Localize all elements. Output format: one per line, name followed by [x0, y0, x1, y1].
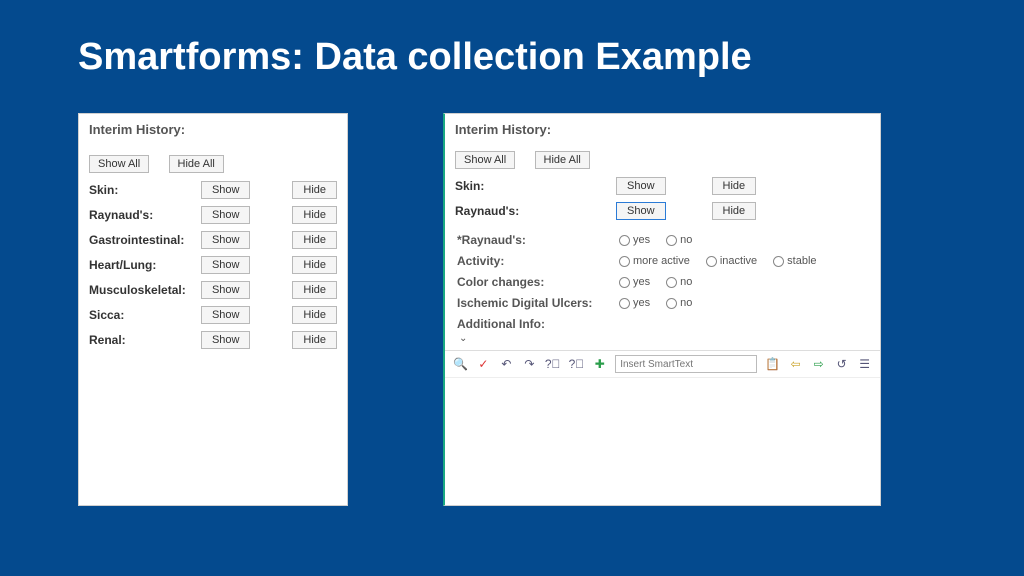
- radio-more-active[interactable]: more active: [619, 255, 690, 267]
- row-label: Musculoskeletal:: [89, 283, 195, 297]
- row-label: Raynaud's:: [455, 204, 580, 218]
- radio-stable[interactable]: stable: [773, 255, 816, 267]
- text-editor[interactable]: [445, 377, 880, 505]
- row-label: Skin:: [89, 183, 195, 197]
- hide-button[interactable]: Hide: [292, 331, 337, 349]
- additional-info-label: Additional Info:: [457, 317, 609, 331]
- hide-button[interactable]: Hide: [292, 281, 337, 299]
- radio-yes[interactable]: yes: [619, 297, 650, 309]
- panel-collapsed: Interim History: Show All Hide All Skin:…: [78, 113, 348, 506]
- hide-button[interactable]: Hide: [292, 256, 337, 274]
- question-label: Activity:: [457, 254, 609, 268]
- hide-all-button[interactable]: Hide All: [535, 151, 590, 169]
- editor-toolbar: 🔍 ✓ ↶ ↷ ?⃝ ?⃝ ✚ 📋 ⇦ ⇨ ↺ ☰: [445, 350, 880, 377]
- row-label: Gastrointestinal:: [89, 233, 195, 247]
- arrow-left-icon[interactable]: ⇦: [788, 356, 803, 372]
- panel-expanded: Interim History: Show All Hide All Skin:…: [443, 113, 881, 506]
- expand-icon[interactable]: ⌄: [457, 331, 870, 348]
- show-all-button[interactable]: Show All: [455, 151, 515, 169]
- row-label: Raynaud's:: [89, 208, 195, 222]
- radio-yes[interactable]: yes: [619, 234, 650, 246]
- spellcheck-icon[interactable]: ✓: [476, 356, 491, 372]
- redo-icon[interactable]: ↷: [522, 356, 537, 372]
- show-button[interactable]: Show: [201, 206, 251, 224]
- hide-button[interactable]: Hide: [292, 206, 337, 224]
- help-icon[interactable]: ?⃝: [545, 356, 561, 372]
- show-button[interactable]: Show: [201, 281, 251, 299]
- help2-icon[interactable]: ?⃝: [569, 356, 585, 372]
- show-button[interactable]: Show: [201, 331, 251, 349]
- row-label: Sicca:: [89, 308, 195, 322]
- question-label: Color changes:: [457, 275, 609, 289]
- hide-button[interactable]: Hide: [292, 231, 337, 249]
- refresh-icon[interactable]: ↺: [834, 356, 849, 372]
- plus-icon[interactable]: ✚: [592, 356, 607, 372]
- list-icon[interactable]: ☰: [857, 356, 872, 372]
- show-button[interactable]: Show: [616, 202, 666, 220]
- show-all-button[interactable]: Show All: [89, 155, 149, 173]
- hide-all-button[interactable]: Hide All: [169, 155, 224, 173]
- radio-no[interactable]: no: [666, 234, 692, 246]
- hide-button[interactable]: Hide: [292, 306, 337, 324]
- show-button[interactable]: Show: [201, 256, 251, 274]
- section-heading: Interim History:: [89, 122, 337, 137]
- show-button[interactable]: Show: [201, 231, 251, 249]
- radio-no[interactable]: no: [666, 297, 692, 309]
- row-label: Skin:: [455, 179, 580, 193]
- hide-button[interactable]: Hide: [712, 177, 757, 195]
- radio-inactive[interactable]: inactive: [706, 255, 757, 267]
- smarttext-input[interactable]: [615, 355, 757, 373]
- question-label: Ischemic Digital Ulcers:: [457, 296, 609, 310]
- radio-yes[interactable]: yes: [619, 276, 650, 288]
- hide-button[interactable]: Hide: [292, 181, 337, 199]
- section-heading: Interim History:: [455, 122, 870, 137]
- paste-icon[interactable]: 📋: [765, 356, 780, 372]
- show-button[interactable]: Show: [201, 181, 251, 199]
- zoom-icon[interactable]: 🔍: [453, 356, 468, 372]
- arrow-right-icon[interactable]: ⇨: [811, 356, 826, 372]
- show-button[interactable]: Show: [201, 306, 251, 324]
- row-label: Renal:: [89, 333, 195, 347]
- hide-button[interactable]: Hide: [712, 202, 757, 220]
- radio-no[interactable]: no: [666, 276, 692, 288]
- row-label: Heart/Lung:: [89, 258, 195, 272]
- slide-title: Smartforms: Data collection Example: [0, 0, 1024, 79]
- show-button[interactable]: Show: [616, 177, 666, 195]
- question-label: *Raynaud's:: [457, 233, 609, 247]
- undo-icon[interactable]: ↶: [499, 356, 514, 372]
